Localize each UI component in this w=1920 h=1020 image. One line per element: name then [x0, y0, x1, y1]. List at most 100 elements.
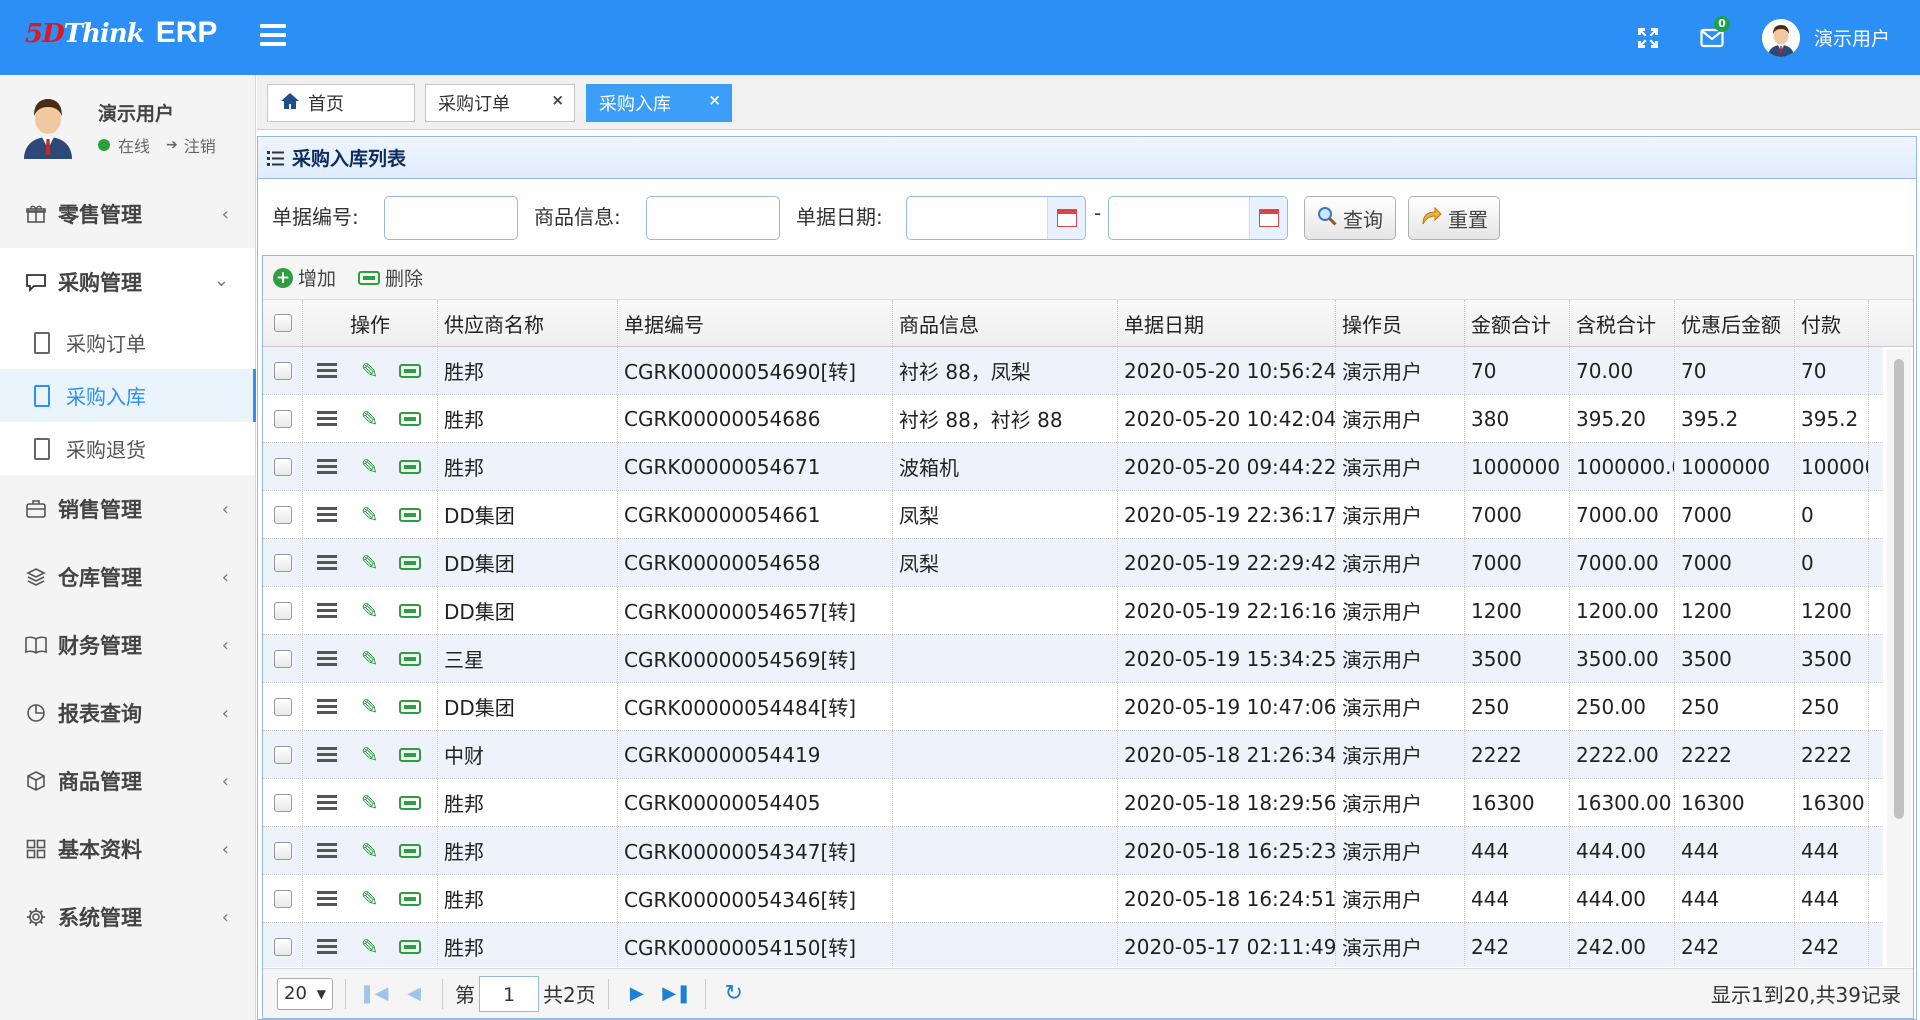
messages-icon[interactable]: 0 — [1692, 15, 1732, 58]
row-checkbox[interactable] — [263, 491, 303, 538]
page-number-input[interactable]: 1 — [479, 975, 539, 1012]
row-checkbox[interactable] — [263, 683, 303, 730]
date-from-input[interactable] — [906, 196, 1086, 240]
menu-toggle-icon[interactable] — [260, 24, 286, 46]
detail-list-icon[interactable] — [317, 363, 337, 378]
table-row[interactable]: ✎ 胜邦 CGRK00000054671 波箱机 2020-05-20 09:44:22… — [263, 443, 1883, 491]
bill-no-input[interactable] — [384, 196, 518, 240]
delete-icon[interactable] — [398, 795, 421, 810]
calendar-icon[interactable] — [1047, 197, 1085, 239]
row-checkbox[interactable] — [263, 779, 303, 826]
table-row[interactable]: ✎ 中财 CGRK00000054419 2020-05-18 21:26:34 演示用… — [263, 731, 1883, 779]
page-size-select[interactable]: 20 ▼ — [277, 977, 333, 1010]
sidebar-item-purchase[interactable]: 采购管理 ⌄ — [0, 248, 255, 316]
delete-button[interactable]: 删除 — [358, 264, 423, 291]
edit-pencil-icon[interactable]: ✎ — [361, 359, 379, 383]
delete-icon[interactable] — [398, 603, 421, 618]
table-row[interactable]: ✎ 胜邦 CGRK00000054150[转] 2020-05-17 02:11:49… — [263, 923, 1883, 967]
col-header[interactable]: 操作员 — [1336, 300, 1465, 346]
row-checkbox[interactable] — [263, 443, 303, 490]
sidebar-item-warehouse[interactable]: 仓库管理 ‹ — [0, 543, 255, 611]
row-checkbox[interactable] — [263, 635, 303, 682]
app-logo[interactable]: 5DThink ERP — [25, 16, 217, 56]
fullscreen-icon[interactable] — [1628, 18, 1668, 58]
detail-list-icon[interactable] — [317, 699, 337, 714]
detail-list-icon[interactable] — [317, 651, 337, 666]
edit-pencil-icon[interactable]: ✎ — [361, 887, 379, 911]
detail-list-icon[interactable] — [317, 603, 337, 618]
delete-icon[interactable] — [398, 651, 421, 666]
last-page-icon[interactable]: ▶❚ — [661, 983, 693, 1004]
col-header[interactable]: 单据日期 — [1118, 300, 1336, 346]
delete-icon[interactable] — [398, 939, 421, 954]
table-row[interactable]: ✎ 胜邦 CGRK00000054405 2020-05-18 18:29:56 演示用… — [263, 779, 1883, 827]
next-page-icon[interactable]: ▶ — [621, 983, 653, 1004]
calendar-icon[interactable] — [1249, 197, 1287, 239]
sidebar-item-reports[interactable]: 报表查询 ‹ — [0, 679, 255, 747]
sidebar-item-purchase-order[interactable]: 采购订单 — [0, 316, 255, 369]
close-icon[interactable]: × — [551, 91, 564, 109]
edit-pencil-icon[interactable]: ✎ — [361, 599, 379, 623]
reset-button[interactable]: 重置 — [1408, 196, 1500, 240]
top-user-menu[interactable]: 演示用户 — [1761, 18, 1890, 57]
tab-home[interactable]: 首页 — [267, 84, 415, 122]
tab-purchase-order[interactable]: 采购订单 × — [425, 84, 575, 122]
edit-pencil-icon[interactable]: ✎ — [361, 935, 379, 959]
add-button[interactable]: + 增加 — [273, 264, 336, 291]
row-checkbox[interactable] — [263, 347, 303, 394]
col-header[interactable]: 商品信息 — [893, 300, 1118, 346]
edit-pencil-icon[interactable]: ✎ — [361, 695, 379, 719]
col-header[interactable]: 付款 — [1795, 300, 1869, 346]
close-icon[interactable]: × — [708, 91, 721, 109]
delete-icon[interactable] — [398, 747, 421, 762]
row-checkbox[interactable] — [263, 395, 303, 442]
edit-pencil-icon[interactable]: ✎ — [361, 503, 379, 527]
table-row[interactable]: ✎ 胜邦 CGRK00000054690[转] 衬衫 88，凤梨 2020-05-20 … — [263, 347, 1883, 395]
query-button[interactable]: 查询 — [1304, 196, 1396, 240]
tab-purchase-in[interactable]: 采购入库 × — [586, 84, 732, 122]
sidebar-item-sales[interactable]: 销售管理 ‹ — [0, 475, 255, 543]
detail-list-icon[interactable] — [317, 843, 337, 858]
detail-list-icon[interactable] — [317, 747, 337, 762]
logout-icon[interactable]: ➔ — [166, 137, 178, 153]
sidebar-item-retail[interactable]: 零售管理 ‹ — [0, 180, 255, 248]
delete-icon[interactable] — [398, 459, 421, 474]
col-header[interactable]: 含税合计 — [1570, 300, 1675, 346]
edit-pencil-icon[interactable]: ✎ — [361, 647, 379, 671]
table-row[interactable]: ✎ 胜邦 CGRK00000054347[转] 2020-05-18 16:25:23… — [263, 827, 1883, 875]
col-header[interactable]: 供应商名称 — [438, 300, 618, 346]
row-checkbox[interactable] — [263, 587, 303, 634]
first-page-icon[interactable]: ❚◀ — [358, 983, 390, 1004]
date-to-input[interactable] — [1108, 196, 1288, 240]
delete-icon[interactable] — [398, 891, 421, 906]
sidebar-item-basic-data[interactable]: 基本资料 ‹ — [0, 815, 255, 883]
edit-pencil-icon[interactable]: ✎ — [361, 455, 379, 479]
logout-link[interactable]: 注销 — [184, 133, 216, 157]
edit-pencil-icon[interactable]: ✎ — [361, 407, 379, 431]
table-row[interactable]: ✎ DD集团 CGRK00000054657[转] 2020-05-19 22:16:… — [263, 587, 1883, 635]
sidebar-item-goods[interactable]: 商品管理 ‹ — [0, 747, 255, 815]
edit-pencil-icon[interactable]: ✎ — [361, 743, 379, 767]
row-checkbox[interactable] — [263, 827, 303, 874]
row-checkbox[interactable] — [263, 875, 303, 922]
row-checkbox[interactable] — [263, 731, 303, 778]
sidebar-item-finance[interactable]: 财务管理 ‹ — [0, 611, 255, 679]
delete-icon[interactable] — [398, 555, 421, 570]
vertical-scrollbar[interactable] — [1887, 349, 1911, 967]
detail-list-icon[interactable] — [317, 507, 337, 522]
table-row[interactable]: ✎ DD集团 CGRK00000054658 凤梨 2020-05-19 22:29:4… — [263, 539, 1883, 587]
table-row[interactable]: ✎ 胜邦 CGRK00000054346[转] 2020-05-18 16:24:51… — [263, 875, 1883, 923]
detail-list-icon[interactable] — [317, 459, 337, 474]
delete-icon[interactable] — [398, 843, 421, 858]
delete-icon[interactable] — [398, 411, 421, 426]
sidebar-item-system[interactable]: 系统管理 ‹ — [0, 883, 255, 951]
refresh-icon[interactable]: ↻ — [718, 981, 750, 1006]
col-header[interactable]: 金额合计 — [1465, 300, 1570, 346]
select-all-checkbox[interactable] — [263, 300, 303, 346]
row-checkbox[interactable] — [263, 539, 303, 586]
scrollbar-thumb[interactable] — [1894, 359, 1904, 819]
detail-list-icon[interactable] — [317, 795, 337, 810]
row-checkbox[interactable] — [263, 923, 303, 967]
delete-icon[interactable] — [398, 699, 421, 714]
detail-list-icon[interactable] — [317, 411, 337, 426]
